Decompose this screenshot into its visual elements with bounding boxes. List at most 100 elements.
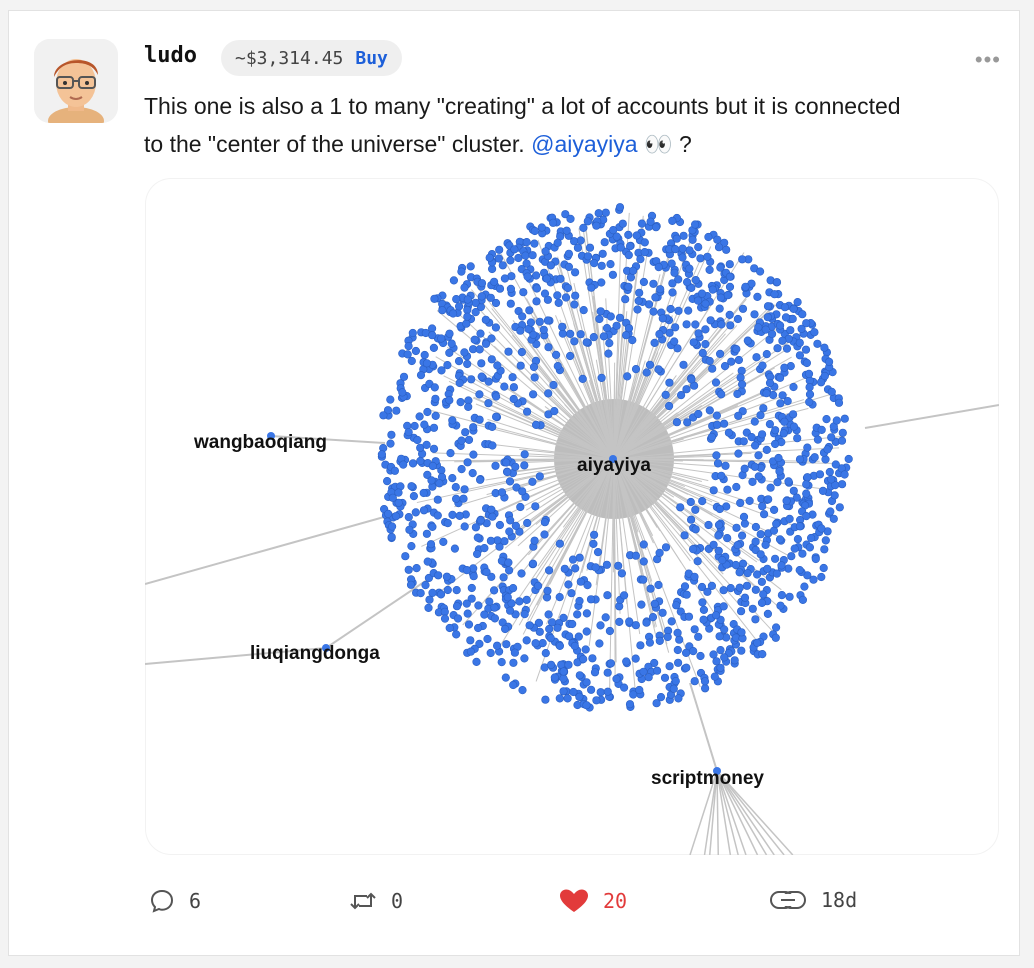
graph-node — [439, 537, 448, 547]
graph-node — [588, 654, 597, 663]
graph-node — [415, 412, 424, 421]
graph-node — [525, 306, 534, 315]
graph-node — [597, 373, 606, 382]
graph-node — [407, 356, 416, 366]
graph-node — [693, 296, 703, 305]
graph-node — [516, 502, 525, 512]
graph-node — [582, 338, 591, 347]
graph-node — [420, 420, 429, 429]
graph-node — [689, 338, 698, 347]
graph-node — [779, 429, 788, 438]
graph-node — [703, 252, 712, 261]
graph-node — [707, 432, 717, 441]
graph-node — [450, 544, 460, 553]
graph-node — [589, 333, 598, 342]
graph-node — [555, 539, 565, 548]
graph-node — [793, 434, 802, 443]
graph-node — [427, 476, 436, 485]
graph-node — [522, 259, 531, 268]
comment-button[interactable]: 6 — [149, 888, 201, 914]
graph-node — [587, 685, 596, 694]
graph-node — [419, 506, 429, 515]
avatar[interactable] — [34, 39, 118, 123]
graph-node — [443, 519, 452, 528]
graph-node — [780, 417, 789, 426]
graph-node — [777, 561, 786, 570]
graph-node — [614, 561, 623, 570]
graph-node — [714, 531, 723, 540]
buy-button[interactable]: Buy — [355, 48, 388, 69]
graph-node — [771, 623, 781, 632]
graph-node — [453, 614, 463, 623]
graph-node — [804, 369, 814, 378]
graph-node — [460, 283, 469, 292]
more-options-icon[interactable]: ••• — [975, 47, 1001, 73]
graph-node — [576, 330, 585, 339]
graph-node — [622, 657, 631, 666]
graph-node — [449, 276, 459, 285]
like-button[interactable]: 20 — [559, 888, 627, 914]
graph-node — [600, 238, 609, 247]
author-name[interactable]: ludo — [144, 43, 197, 68]
graph-node — [564, 660, 573, 669]
graph-node — [597, 261, 606, 270]
comment-count: 6 — [189, 889, 202, 913]
graph-node — [573, 243, 583, 252]
graph-node — [733, 389, 742, 399]
graph-node — [724, 428, 734, 437]
graph-node — [694, 632, 703, 641]
graph-node — [708, 285, 717, 294]
graph-node — [570, 337, 579, 346]
graph-node — [504, 347, 513, 356]
graph-node — [693, 557, 702, 566]
graph-node — [712, 411, 722, 420]
graph-node — [658, 314, 667, 323]
graph-node — [661, 543, 671, 552]
graph-node — [673, 645, 682, 655]
graph-node — [672, 234, 681, 243]
graph-node — [443, 585, 452, 595]
repost-button[interactable]: 0 — [349, 888, 403, 914]
graph-node — [445, 329, 454, 338]
graph-node — [722, 245, 731, 254]
graph-node — [404, 565, 413, 574]
graph-node — [720, 625, 729, 634]
graph-node — [595, 314, 604, 324]
graph-node — [552, 350, 561, 359]
graph-node — [751, 585, 760, 594]
graph-node — [762, 350, 771, 359]
graph-node — [498, 261, 507, 270]
graph-node — [788, 410, 798, 419]
graph-node — [770, 554, 780, 563]
graph-node — [386, 439, 395, 448]
graph-node — [416, 589, 425, 598]
network-graph-image[interactable]: aiyayiya wangbaoqiang liuqiangdonga scri… — [145, 178, 999, 855]
post-card: ludo ~$3,314.45 Buy ••• This one is also… — [8, 10, 1020, 956]
graph-node — [571, 291, 580, 300]
post-text: This one is also a 1 to many "creating" … — [144, 87, 904, 163]
graph-node — [767, 329, 777, 339]
graph-node — [725, 282, 735, 291]
graph-node — [544, 343, 553, 352]
graph-node — [714, 546, 723, 556]
graph-node — [776, 601, 785, 610]
graph-node — [530, 536, 539, 545]
link-button[interactable]: 18d — [769, 888, 857, 912]
graph-node — [834, 398, 844, 407]
graph-node — [699, 615, 708, 624]
graph-node — [838, 428, 847, 437]
graph-node — [579, 306, 588, 315]
graph-node — [574, 632, 583, 641]
mention-link[interactable]: @aiyayiya — [531, 131, 637, 157]
graph-node — [827, 475, 836, 484]
edge — [689, 682, 718, 772]
graph-node — [455, 511, 464, 521]
graph-node — [462, 566, 471, 575]
graph-node — [718, 556, 727, 565]
graph-node — [805, 390, 815, 399]
graph-node — [466, 262, 475, 271]
graph-node — [411, 508, 420, 517]
graph-node — [440, 614, 450, 623]
graph-node — [621, 295, 630, 304]
graph-node — [730, 656, 739, 665]
